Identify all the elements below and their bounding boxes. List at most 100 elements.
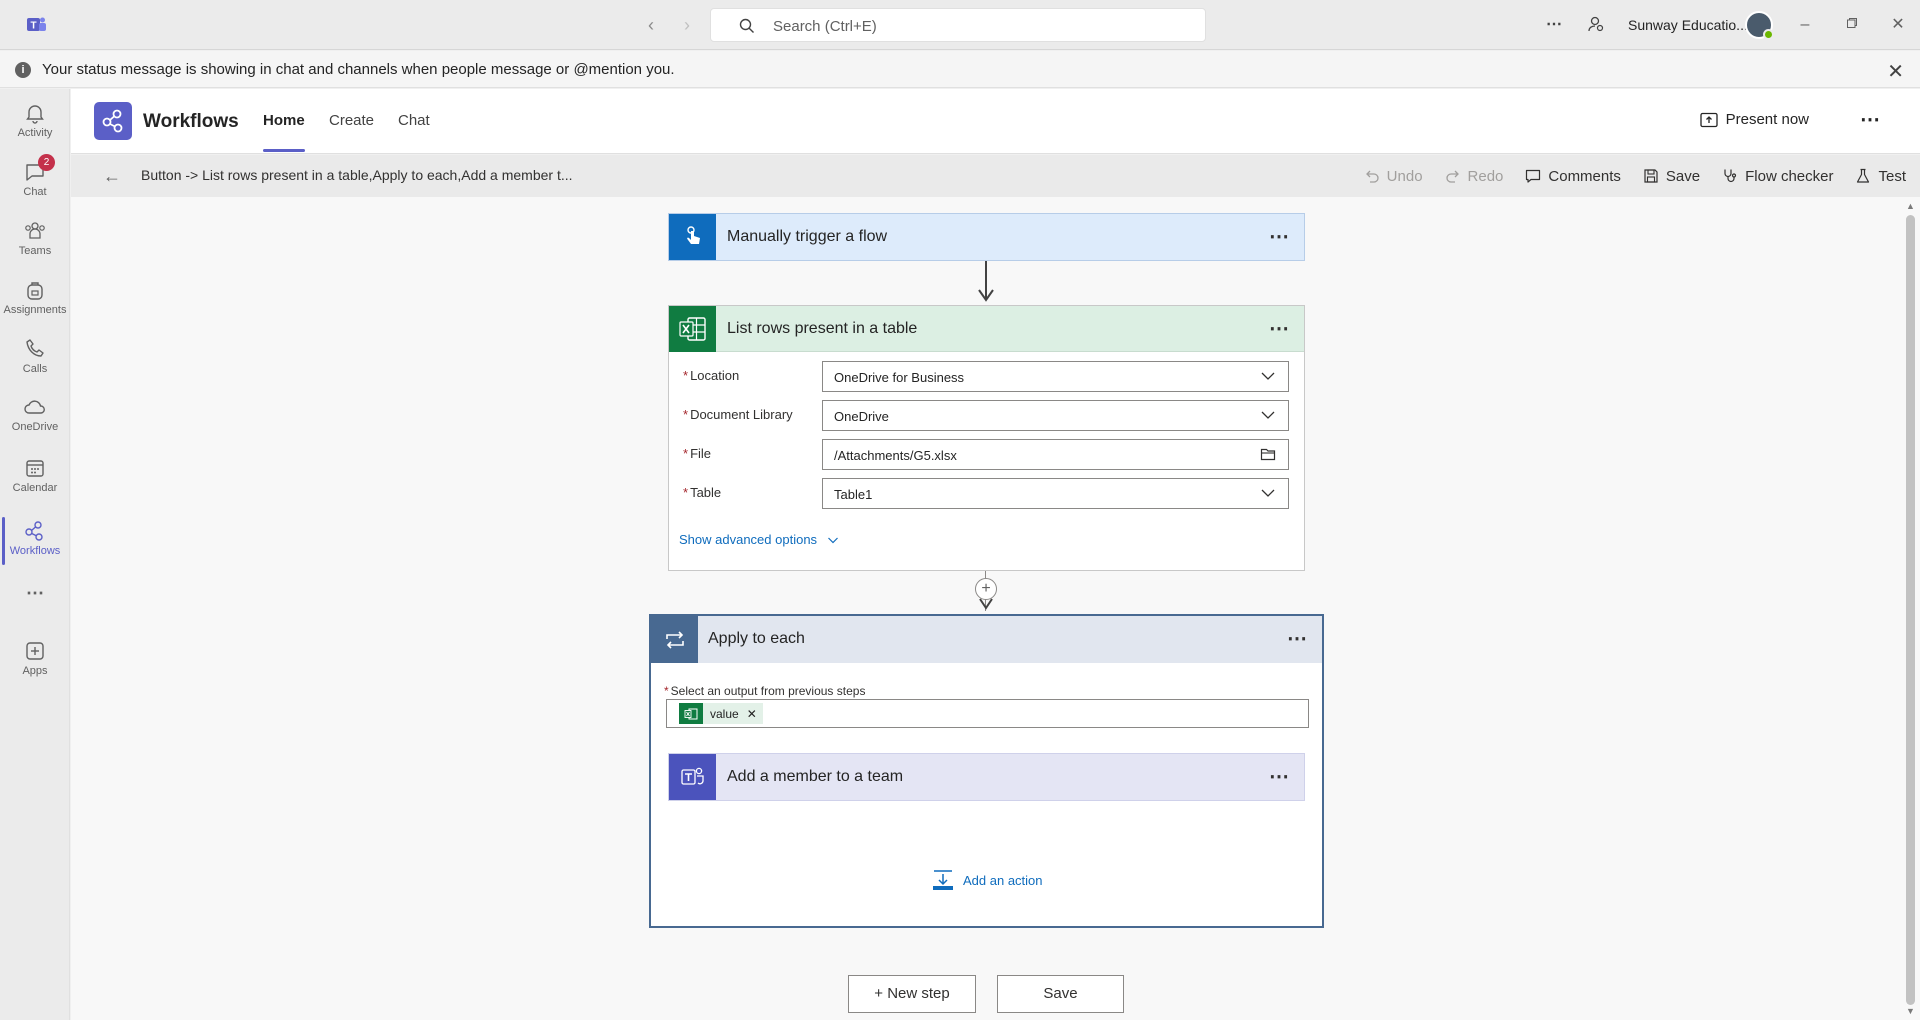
scroll-down-icon[interactable]: ▼ xyxy=(1905,1006,1916,1016)
rail-item-activity[interactable]: Activity xyxy=(0,95,70,151)
back-arrow-icon[interactable]: ← xyxy=(103,166,121,187)
stethoscope-icon xyxy=(1724,169,1737,183)
title-bar: T ‹ › Search (Ctrl+E) ⋯ Sunway Educatio.… xyxy=(0,0,1920,50)
more-options-icon[interactable]: ⋯ xyxy=(1544,15,1564,35)
chat-icon: 2 xyxy=(23,154,55,184)
scrollbar-thumb[interactable] xyxy=(1906,215,1915,1005)
loop-icon xyxy=(651,616,698,663)
table-dropdown[interactable]: Table1 xyxy=(822,478,1289,509)
apply-to-each-header[interactable]: Apply to each ⋯ xyxy=(651,616,1322,663)
new-step-button[interactable]: + New step xyxy=(848,975,976,1013)
org-name[interactable]: Sunway Educatio... xyxy=(1628,17,1748,33)
banner-message: Your status message is showing in chat a… xyxy=(42,61,675,78)
backpack-icon xyxy=(23,278,47,302)
flow-checker-button[interactable]: Flow checker xyxy=(1722,168,1833,185)
select-output-label: * Select an output from previous steps xyxy=(664,684,866,698)
excel-icon xyxy=(679,703,703,724)
card-more-icon[interactable]: ⋯ xyxy=(1287,626,1308,651)
remove-token-icon[interactable]: ✕ xyxy=(747,707,757,721)
document-library-value: OneDrive xyxy=(834,409,889,424)
test-label: Test xyxy=(1878,167,1906,185)
value-token[interactable]: value ✕ xyxy=(679,703,763,724)
rail-item-assignments[interactable]: Assignments xyxy=(0,272,70,328)
app-header: Workflows Home Create Chat Present now ⋯ xyxy=(71,89,1920,154)
workflows-icon xyxy=(23,519,47,543)
select-output-input[interactable]: value ✕ xyxy=(666,699,1309,728)
trigger-title: Manually trigger a flow xyxy=(727,228,888,245)
test-button[interactable]: Test xyxy=(1855,168,1906,185)
show-advanced-options-link[interactable]: Show advanced options xyxy=(679,532,839,547)
rail-item-calls[interactable]: Calls xyxy=(0,331,70,387)
list-rows-card: List rows present in a table ⋯ * Location… xyxy=(668,305,1305,571)
bell-icon xyxy=(23,101,47,125)
app-more-icon[interactable]: ⋯ xyxy=(1860,107,1880,132)
list-rows-title: List rows present in a table xyxy=(727,320,918,337)
card-more-icon[interactable]: ⋯ xyxy=(1269,764,1290,789)
rail-label: Calls xyxy=(22,363,48,375)
card-more-icon[interactable]: ⋯ xyxy=(1269,224,1290,249)
present-now-label: Present now xyxy=(1725,111,1809,128)
restore-icon[interactable] xyxy=(1841,14,1863,36)
table-value: Table1 xyxy=(834,487,873,502)
search-input[interactable]: Search (Ctrl+E) xyxy=(710,8,1206,42)
file-input[interactable]: /Attachments/G5.xlsx xyxy=(822,439,1289,470)
rail-label: Apps xyxy=(22,665,48,677)
rail-item-chat[interactable]: 2 Chat xyxy=(0,154,70,210)
folder-icon[interactable] xyxy=(1260,446,1276,462)
tab-chat[interactable]: Chat xyxy=(398,112,430,129)
rail-item-calendar[interactable]: Calendar xyxy=(0,450,70,506)
location-dropdown[interactable]: OneDrive for Business xyxy=(822,361,1289,392)
canvas-scrollbar[interactable]: ▲ ▼ xyxy=(1901,197,1920,1020)
teams-logo-icon[interactable]: T xyxy=(24,13,48,37)
search-icon xyxy=(739,18,754,33)
flow-editor-toolbar: ← Button -> List rows present in a table… xyxy=(71,155,1920,197)
cloud-icon xyxy=(23,395,47,419)
workflows-app-icon xyxy=(94,102,132,140)
document-library-label: * Document Library xyxy=(683,407,793,422)
redo-label: Redo xyxy=(1467,167,1504,185)
file-label: * File xyxy=(683,446,712,461)
list-rows-header[interactable]: List rows present in a table ⋯ xyxy=(669,306,1304,352)
chevron-down-icon xyxy=(1261,489,1275,497)
present-now-button[interactable]: Present now xyxy=(1699,111,1809,128)
close-window-icon[interactable]: ✕ xyxy=(1887,14,1909,36)
forward-arrow-icon[interactable]: › xyxy=(677,15,697,35)
rail-item-apps[interactable]: Apps xyxy=(0,633,70,689)
token-label: value xyxy=(710,706,739,721)
save-flow-button[interactable]: Save xyxy=(997,975,1124,1013)
rail-item-workflows[interactable]: Workflows xyxy=(0,513,70,569)
location-value: OneDrive for Business xyxy=(834,370,965,385)
add-member-card[interactable]: Add a member to a team ⋯ xyxy=(668,753,1305,801)
redo-button[interactable]: Redo xyxy=(1445,167,1504,185)
rail-label: OneDrive xyxy=(11,421,59,433)
chevron-down-icon xyxy=(1261,411,1275,419)
add-an-action-button[interactable]: Add an action xyxy=(932,869,1043,891)
more-apps-button[interactable]: ⋯ xyxy=(0,581,70,605)
flow-name: Button -> List rows present in a table,A… xyxy=(141,167,573,183)
info-icon: i xyxy=(15,62,31,78)
svg-text:T: T xyxy=(30,21,36,32)
close-banner-icon[interactable]: ✕ xyxy=(1887,59,1904,84)
comments-button[interactable]: Comments xyxy=(1525,168,1621,185)
undo-button[interactable]: Undo xyxy=(1364,168,1423,185)
teams-icon xyxy=(669,754,716,800)
minimize-icon[interactable]: – xyxy=(1794,14,1816,36)
people-settings-icon[interactable] xyxy=(1586,15,1606,35)
save-button[interactable]: Save xyxy=(1643,168,1700,185)
redo-icon xyxy=(1445,170,1459,183)
status-message-banner: i Your status message is showing in chat… xyxy=(0,51,1920,88)
rail-label: Teams xyxy=(18,245,52,257)
rail-item-teams[interactable]: Teams xyxy=(0,213,70,269)
rail-item-onedrive[interactable]: OneDrive xyxy=(0,389,70,445)
avatar[interactable] xyxy=(1745,11,1774,40)
scroll-up-icon[interactable]: ▲ xyxy=(1905,201,1916,211)
tab-create[interactable]: Create xyxy=(329,112,374,129)
rail-label: Assignments xyxy=(3,304,67,316)
document-library-dropdown[interactable]: OneDrive xyxy=(822,400,1289,431)
table-label: * Table xyxy=(683,485,722,500)
chevron-down-icon xyxy=(828,537,838,543)
trigger-card[interactable]: Manually trigger a flow ⋯ xyxy=(668,213,1305,261)
back-arrow-icon[interactable]: ‹ xyxy=(641,15,661,35)
tab-home[interactable]: Home xyxy=(263,112,305,152)
card-more-icon[interactable]: ⋯ xyxy=(1269,316,1290,341)
